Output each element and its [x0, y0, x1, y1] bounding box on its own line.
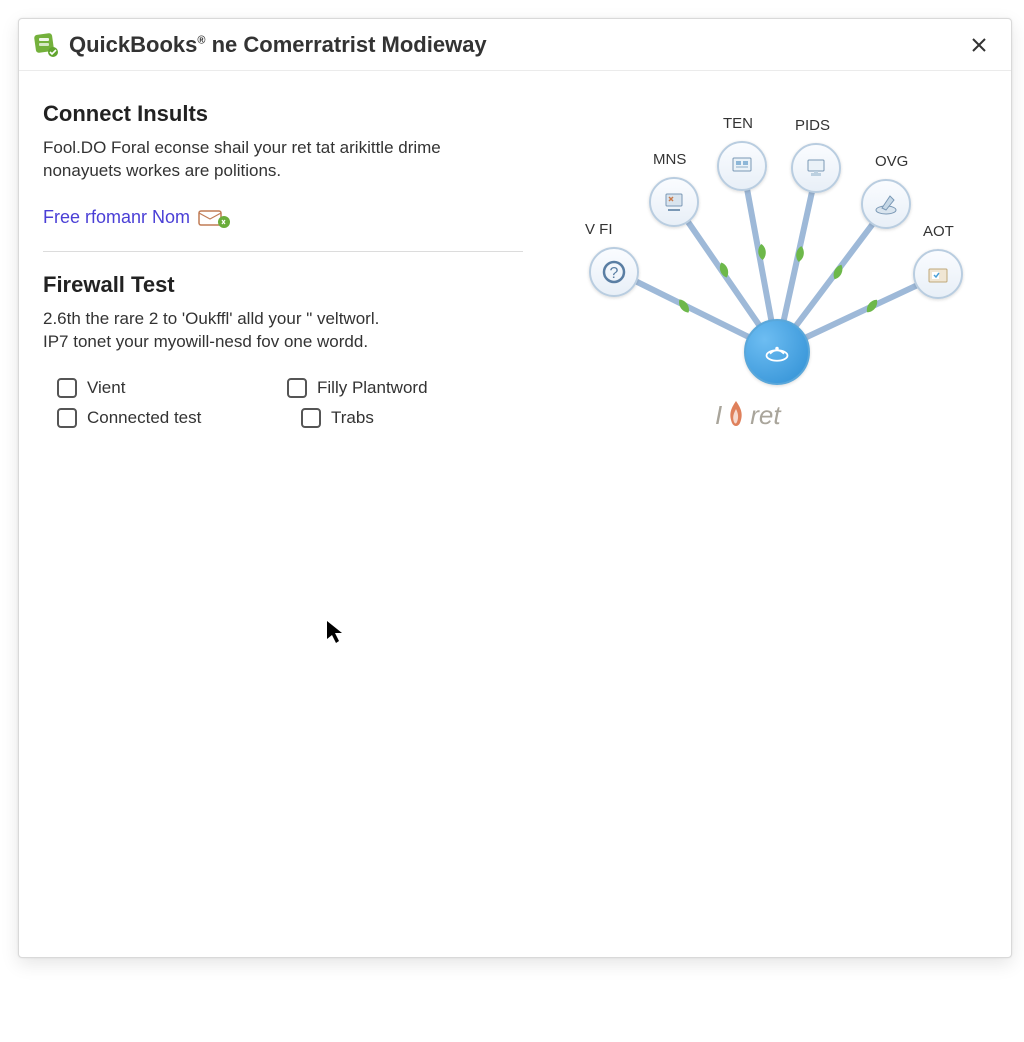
- brand-suffix: ret: [750, 400, 780, 431]
- node-ten: [717, 141, 767, 191]
- divider: [43, 251, 523, 252]
- checkbox-vient[interactable]: Vient: [57, 378, 287, 398]
- brand-logo: I ret: [715, 399, 781, 431]
- node-aot: [913, 249, 963, 299]
- node-label-pids: PIDS: [795, 117, 830, 134]
- app-icon: [33, 32, 59, 58]
- section2-title: Firewall Test: [43, 272, 523, 298]
- leaf-icon: [752, 242, 772, 262]
- title-suffix: ne Comerratrist Modieway: [205, 32, 486, 57]
- node-label-vfi: V FI: [585, 221, 613, 238]
- checkbox-label: Vient: [87, 378, 125, 398]
- node-pids: [791, 143, 841, 193]
- node-label-ovg: OVG: [875, 153, 908, 170]
- close-button[interactable]: [961, 27, 997, 63]
- checkbox-label: Trabs: [331, 408, 374, 428]
- left-column: Connect Insults Fool.DO Foral econse sha…: [43, 101, 523, 461]
- node-ovg: [861, 179, 911, 229]
- section2-desc-line1: 2.6th the rare 2 to 'Oukffl' alld your "…: [43, 309, 379, 328]
- checkbox-label: Connected test: [87, 408, 201, 428]
- title-prefix: QuickBooks: [69, 32, 197, 57]
- titlebar: QuickBooks® ne Comerratrist Modieway: [19, 19, 1011, 71]
- section2-desc: 2.6th the rare 2 to 'Oukffl' alld your "…: [43, 308, 523, 354]
- free-link-text[interactable]: Free rfomanr Nom: [43, 207, 190, 228]
- flame-icon: [724, 399, 748, 431]
- section1-title: Connect Insults: [43, 101, 523, 127]
- checkbox-filly-plantword[interactable]: Filly Plantword: [287, 378, 428, 398]
- checkbox-trabs[interactable]: Trabs: [301, 408, 374, 428]
- window-title: QuickBooks® ne Comerratrist Modieway: [69, 32, 487, 58]
- checkbox-icon[interactable]: [57, 378, 77, 398]
- network-diagram: ? V FI MNS TEN PIDS: [567, 91, 987, 461]
- cursor-icon: [325, 619, 345, 645]
- right-column: ? V FI MNS TEN PIDS: [523, 101, 987, 461]
- leaf-icon: [790, 244, 811, 265]
- stamp-icon: [198, 207, 232, 229]
- svg-text:?: ?: [610, 265, 619, 282]
- checkbox-icon[interactable]: [287, 378, 307, 398]
- checkbox-connected-test[interactable]: Connected test: [57, 408, 287, 428]
- checkbox-group: Vient Filly Plantword Connec: [57, 378, 523, 428]
- node-label-ten: TEN: [723, 115, 753, 132]
- checkbox-icon[interactable]: [301, 408, 321, 428]
- node-label-aot: AOT: [923, 223, 954, 240]
- free-link-row[interactable]: Free rfomanr Nom: [43, 207, 523, 229]
- node-vfi: ?: [589, 247, 639, 297]
- hub-node: [744, 319, 810, 385]
- section1-desc: Fool.DO Foral econse shail your ret tat …: [43, 137, 523, 183]
- node-mns: [649, 177, 699, 227]
- checkbox-icon[interactable]: [57, 408, 77, 428]
- brand-prefix: I: [715, 400, 722, 431]
- dialog-window: QuickBooks® ne Comerratrist Modieway Con…: [18, 18, 1012, 958]
- section2-desc-line2: IP7 tonet your myowill-nesd fov one word…: [43, 332, 368, 351]
- checkbox-label: Filly Plantword: [317, 378, 428, 398]
- node-label-mns: MNS: [653, 151, 686, 168]
- dialog-body: Connect Insults Fool.DO Foral econse sha…: [19, 71, 1011, 485]
